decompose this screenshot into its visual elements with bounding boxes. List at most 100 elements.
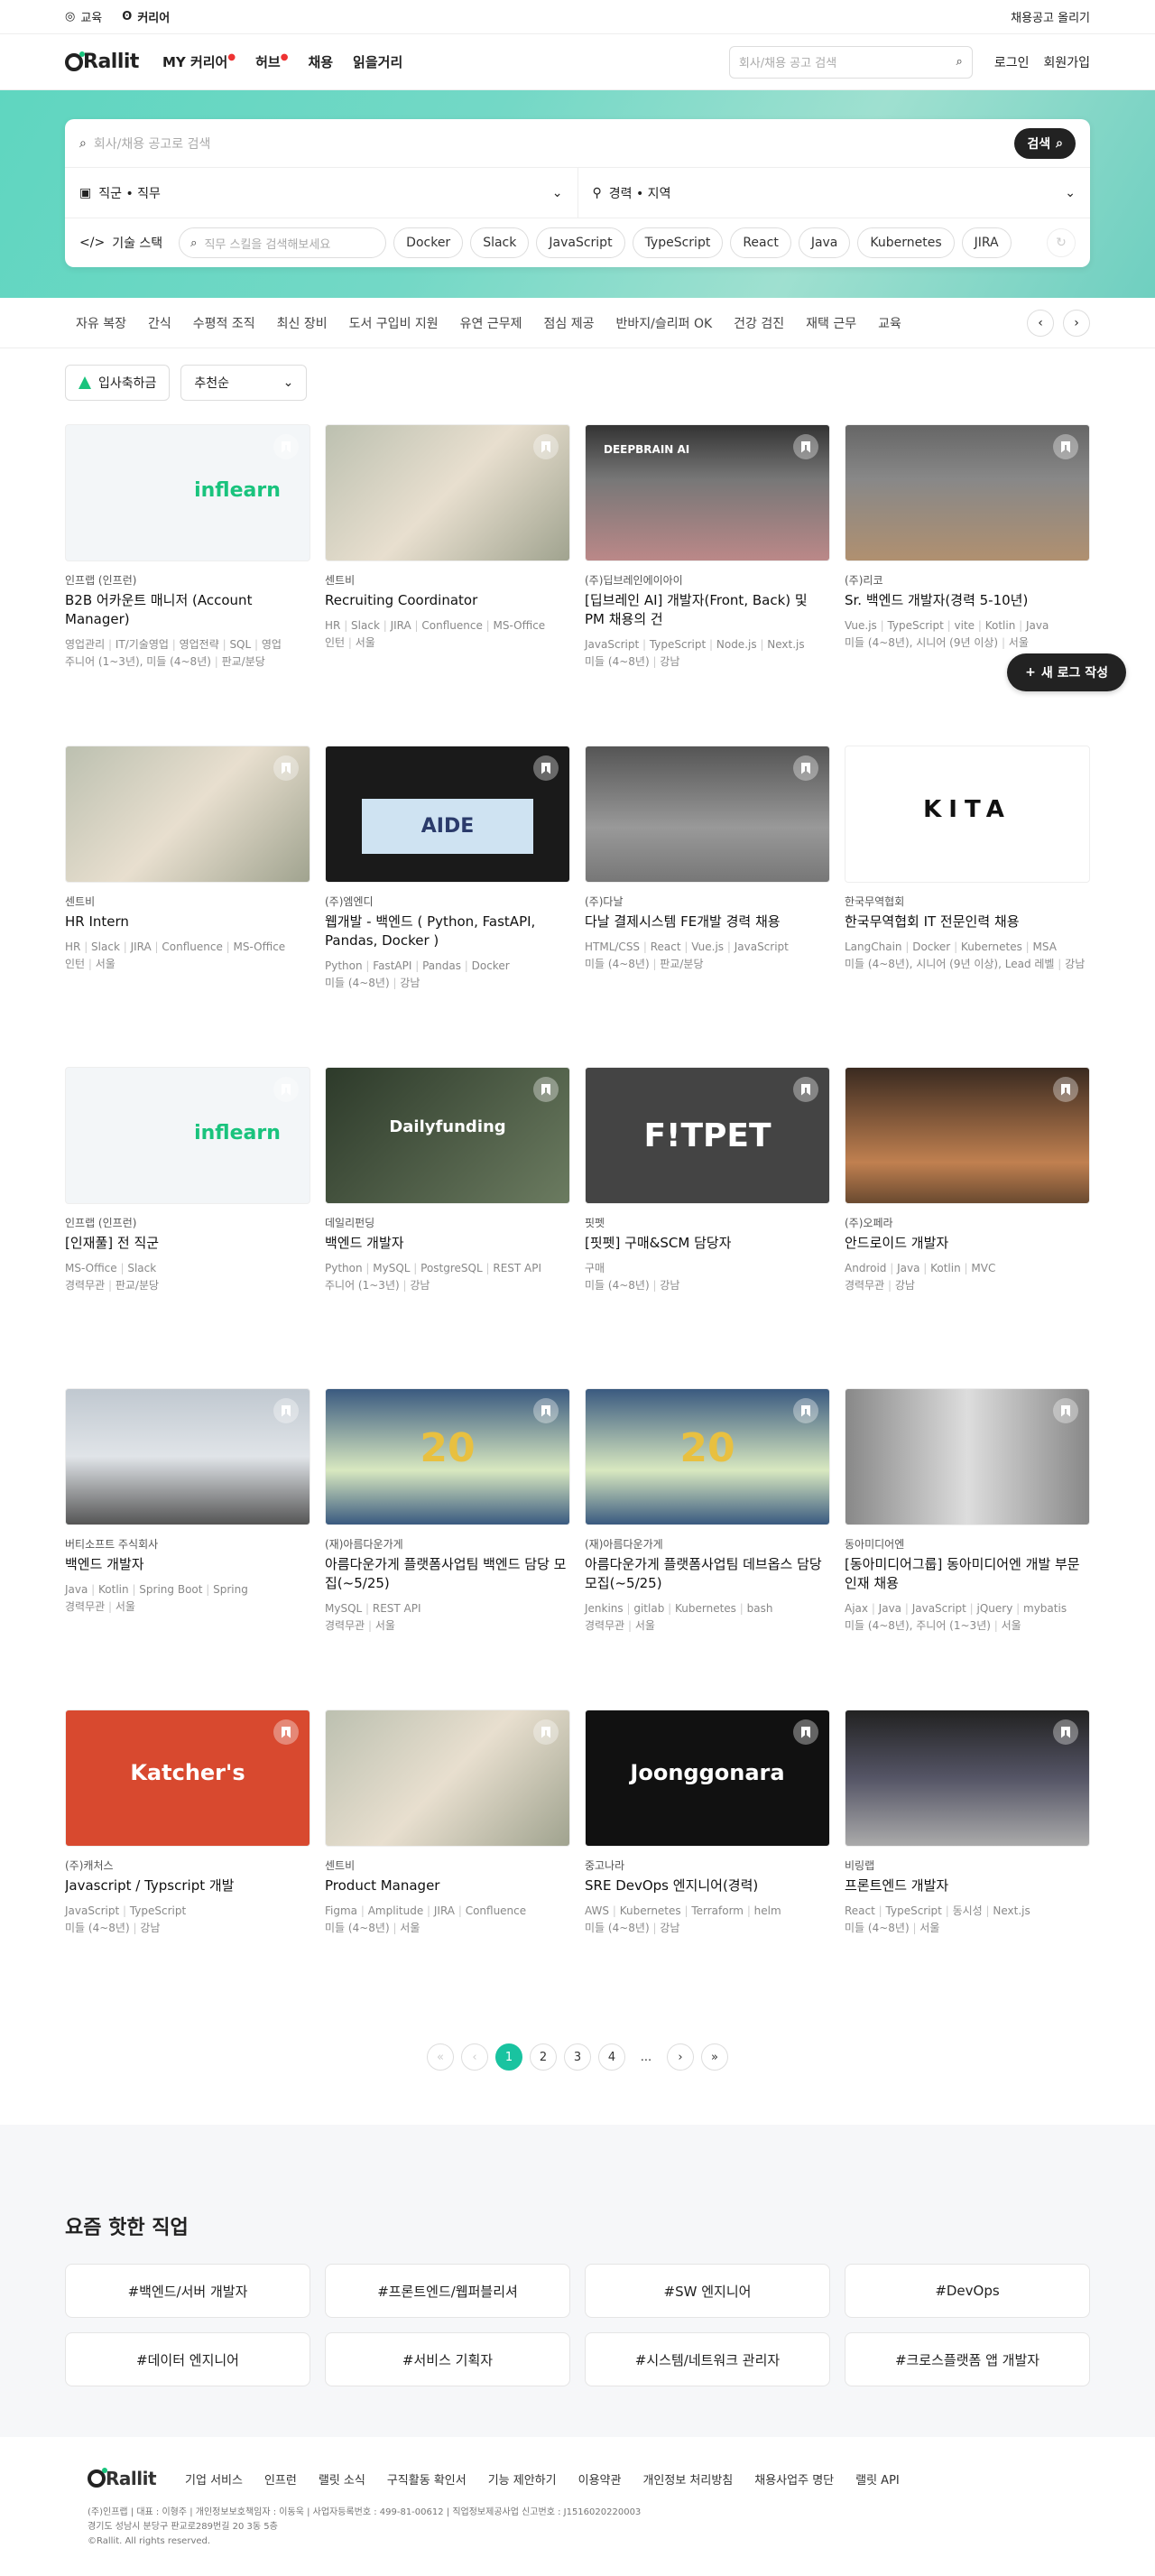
skill-chip[interactable]: Docker	[393, 227, 464, 258]
job-title[interactable]: 프론트엔드 개발자	[845, 1876, 1090, 1895]
job-title[interactable]: 아름다운가게 플랫폼사업팀 백엔드 담당 모집(~5/25)	[325, 1555, 570, 1593]
job-thumbnail[interactable]: 20	[325, 1388, 570, 1525]
job-title[interactable]: Recruiting Coordinator	[325, 591, 570, 610]
bookmark-icon[interactable]	[533, 1719, 559, 1745]
benefit-tag[interactable]: 수평적 조직	[182, 314, 266, 332]
footer-logo[interactable]: Rallit	[88, 2468, 157, 2489]
benefit-tag[interactable]: 교육	[867, 314, 912, 332]
skill-chip[interactable]: Kubernetes	[857, 227, 955, 258]
chevron-right-icon[interactable]: ›	[1063, 309, 1090, 337]
footer-link[interactable]: 인프런	[264, 2470, 297, 2488]
footer-link[interactable]: 채용사업주 명단	[754, 2470, 834, 2488]
job-card[interactable]: 버티소프트 주식회사 백엔드 개발자 JavaKotlinSpring Boot…	[65, 1388, 310, 1710]
refresh-icon[interactable]: ↻	[1047, 228, 1076, 257]
hot-job-button[interactable]: #데이터 엔지니어	[65, 2332, 310, 2386]
job-card[interactable]: (주)리코 Sr. 백엔드 개발자(경력 5-10년) Vue.jsTypeSc…	[845, 424, 1090, 746]
hot-job-button[interactable]: #백엔드/서버 개발자	[65, 2264, 310, 2318]
job-title[interactable]: 안드로이드 개발자	[845, 1234, 1090, 1253]
career-location-select[interactable]: ⚲ 경력 • 지역 ⌄	[577, 168, 1091, 218]
job-thumbnail[interactable]: inflearn	[65, 1067, 310, 1204]
bookmark-icon[interactable]	[1053, 434, 1078, 459]
next-page-icon[interactable]: ›	[667, 2043, 694, 2071]
job-title[interactable]: [동아미디어그룹] 동아미디어엔 개발 부문 인재 채용	[845, 1555, 1090, 1593]
nav-my-career[interactable]: MY 커리어●	[162, 52, 236, 71]
last-page-icon[interactable]: »	[701, 2043, 728, 2071]
job-title[interactable]: [핏펫] 구매&SCM 담당자	[585, 1234, 830, 1253]
topbar-edu[interactable]: ◎ 교육	[65, 8, 102, 25]
job-thumbnail[interactable]: DEEPBRAIN AI	[585, 424, 830, 561]
job-card[interactable]: 비링랩 프론트엔드 개발자 ReactTypeScript동시성Next.js …	[845, 1710, 1090, 2031]
job-card[interactable]: (주)오페라 안드로이드 개발자 AndroidJavaKotlinMVC 경력…	[845, 1067, 1090, 1388]
bookmark-icon[interactable]	[273, 1719, 299, 1745]
job-thumbnail[interactable]	[845, 1388, 1090, 1525]
job-title[interactable]: Javascript / Typscript 개발	[65, 1876, 310, 1895]
benefit-tag[interactable]: 유연 근무제	[449, 314, 533, 332]
hot-job-button[interactable]: #시스템/네트워크 관리자	[585, 2332, 830, 2386]
job-thumbnail[interactable]: inflearn	[65, 424, 310, 561]
job-thumbnail[interactable]: Dailyfunding	[325, 1067, 570, 1204]
job-card[interactable]: 20 (재)아름다운가게 아름다운가게 플랫폼사업팀 백엔드 담당 모집(~5/…	[325, 1388, 570, 1710]
job-card[interactable]: inflearn 인프랩 (인프런) B2B 어카운트 매니저 (Account…	[65, 424, 310, 746]
hot-job-button[interactable]: #서비스 기획자	[325, 2332, 570, 2386]
footer-link[interactable]: 개인정보 처리방침	[642, 2470, 733, 2488]
skill-chip[interactable]: JIRA	[961, 227, 1012, 258]
job-card[interactable]: DEEPBRAIN AI (주)딥브레인에이아이 [딥브레인 AI] 개발자(F…	[585, 424, 830, 746]
job-thumbnail[interactable]	[585, 746, 830, 883]
job-title[interactable]: 아름다운가게 플랫폼사업팀 데브옵스 담당 모집(~5/25)	[585, 1555, 830, 1593]
job-thumbnail[interactable]: KITA	[845, 746, 1090, 883]
benefit-tag[interactable]: 도서 구입비 지원	[338, 314, 449, 332]
bookmark-icon[interactable]	[1053, 755, 1078, 781]
skill-search-input[interactable]: ⌕ 직무 스킬을 검색해보세요	[179, 227, 387, 258]
benefit-tag[interactable]: 점심 제공	[533, 314, 605, 332]
skill-chip[interactable]: Java	[798, 227, 851, 258]
skill-chip[interactable]: React	[730, 227, 791, 258]
post-job-link[interactable]: 채용공고 올리기	[1011, 8, 1090, 25]
hot-job-button[interactable]: #크로스플랫폼 앱 개발자	[845, 2332, 1090, 2386]
job-title[interactable]: 백엔드 개발자	[65, 1555, 310, 1574]
login-link[interactable]: 로그인	[994, 53, 1030, 71]
footer-link[interactable]: 랠릿 소식	[319, 2470, 365, 2488]
job-search-input[interactable]: 회사/채용 공고로 검색	[94, 134, 211, 153]
job-thumbnail[interactable]	[325, 1710, 570, 1847]
hot-job-button[interactable]: #DevOps	[845, 2264, 1090, 2318]
job-card[interactable]: AIDE (주)엠엔디 웹개발 - 백엔드 ( Python, FastAPI,…	[325, 746, 570, 1067]
footer-link[interactable]: 이용약관	[578, 2470, 622, 2488]
job-title[interactable]: 웹개발 - 백엔드 ( Python, FastAPI, Pandas, Doc…	[325, 913, 570, 950]
page-button[interactable]: 4	[598, 2043, 625, 2071]
job-title[interactable]: [인재풀] 전 직군	[65, 1234, 310, 1253]
nav-hub[interactable]: 허브●	[255, 52, 288, 71]
job-card[interactable]: (주)다날 다날 결제시스템 FE개발 경력 채용 HTML/CSSReactV…	[585, 746, 830, 1067]
bookmark-icon[interactable]	[273, 434, 299, 459]
benefit-tag[interactable]: 간식	[137, 314, 182, 332]
job-card[interactable]: Joonggonara 중고나라 SRE DevOps 엔지니어(경력) AWS…	[585, 1710, 830, 2031]
bookmark-icon[interactable]	[793, 1077, 818, 1102]
job-title[interactable]: SRE DevOps 엔지니어(경력)	[585, 1876, 830, 1895]
topbar-career[interactable]: ʘ 커리어	[122, 8, 170, 25]
bookmark-icon[interactable]	[533, 755, 559, 781]
bookmark-icon[interactable]	[273, 755, 299, 781]
job-card[interactable]: KITA 한국무역협회 한국무역협회 IT 전문인력 채용 LangChainD…	[845, 746, 1090, 1067]
bookmark-icon[interactable]	[533, 1077, 559, 1102]
search-button[interactable]: 검색 ⌕	[1014, 127, 1076, 159]
job-thumbnail[interactable]: F!TPET	[585, 1067, 830, 1204]
job-title[interactable]: Sr. 백엔드 개발자(경력 5-10년)	[845, 591, 1090, 610]
bookmark-icon[interactable]	[533, 1398, 559, 1423]
job-thumbnail[interactable]	[845, 424, 1090, 561]
bookmark-icon[interactable]	[793, 755, 818, 781]
bookmark-icon[interactable]	[1053, 1719, 1078, 1745]
job-title[interactable]: [딥브레인 AI] 개발자(Front, Back) 및 PM 채용의 건	[585, 591, 830, 629]
job-thumbnail[interactable]: Joonggonara	[585, 1710, 830, 1847]
search-icon[interactable]: ⌕	[956, 55, 963, 69]
bookmark-icon[interactable]	[1053, 1077, 1078, 1102]
bookmark-icon[interactable]	[533, 434, 559, 459]
job-card[interactable]: inflearn 인프랩 (인프런) [인재풀] 전 직군 MS-OfficeS…	[65, 1067, 310, 1388]
first-page-icon[interactable]: «	[427, 2043, 454, 2071]
job-thumbnail[interactable]: AIDE	[325, 746, 570, 883]
job-card[interactable]: 20 (재)아름다운가게 아름다운가게 플랫폼사업팀 데브옵스 담당 모집(~5…	[585, 1388, 830, 1710]
job-category-select[interactable]: ▣ 직군 • 직무 ⌄	[65, 168, 578, 218]
job-thumbnail[interactable]: 20	[585, 1388, 830, 1525]
job-title[interactable]: B2B 어카운트 매니저 (Account Manager)	[65, 591, 310, 629]
job-title[interactable]: 백엔드 개발자	[325, 1234, 570, 1253]
footer-link[interactable]: 구직활동 확인서	[387, 2470, 467, 2488]
rallit-logo[interactable]: Rallit	[65, 51, 139, 73]
